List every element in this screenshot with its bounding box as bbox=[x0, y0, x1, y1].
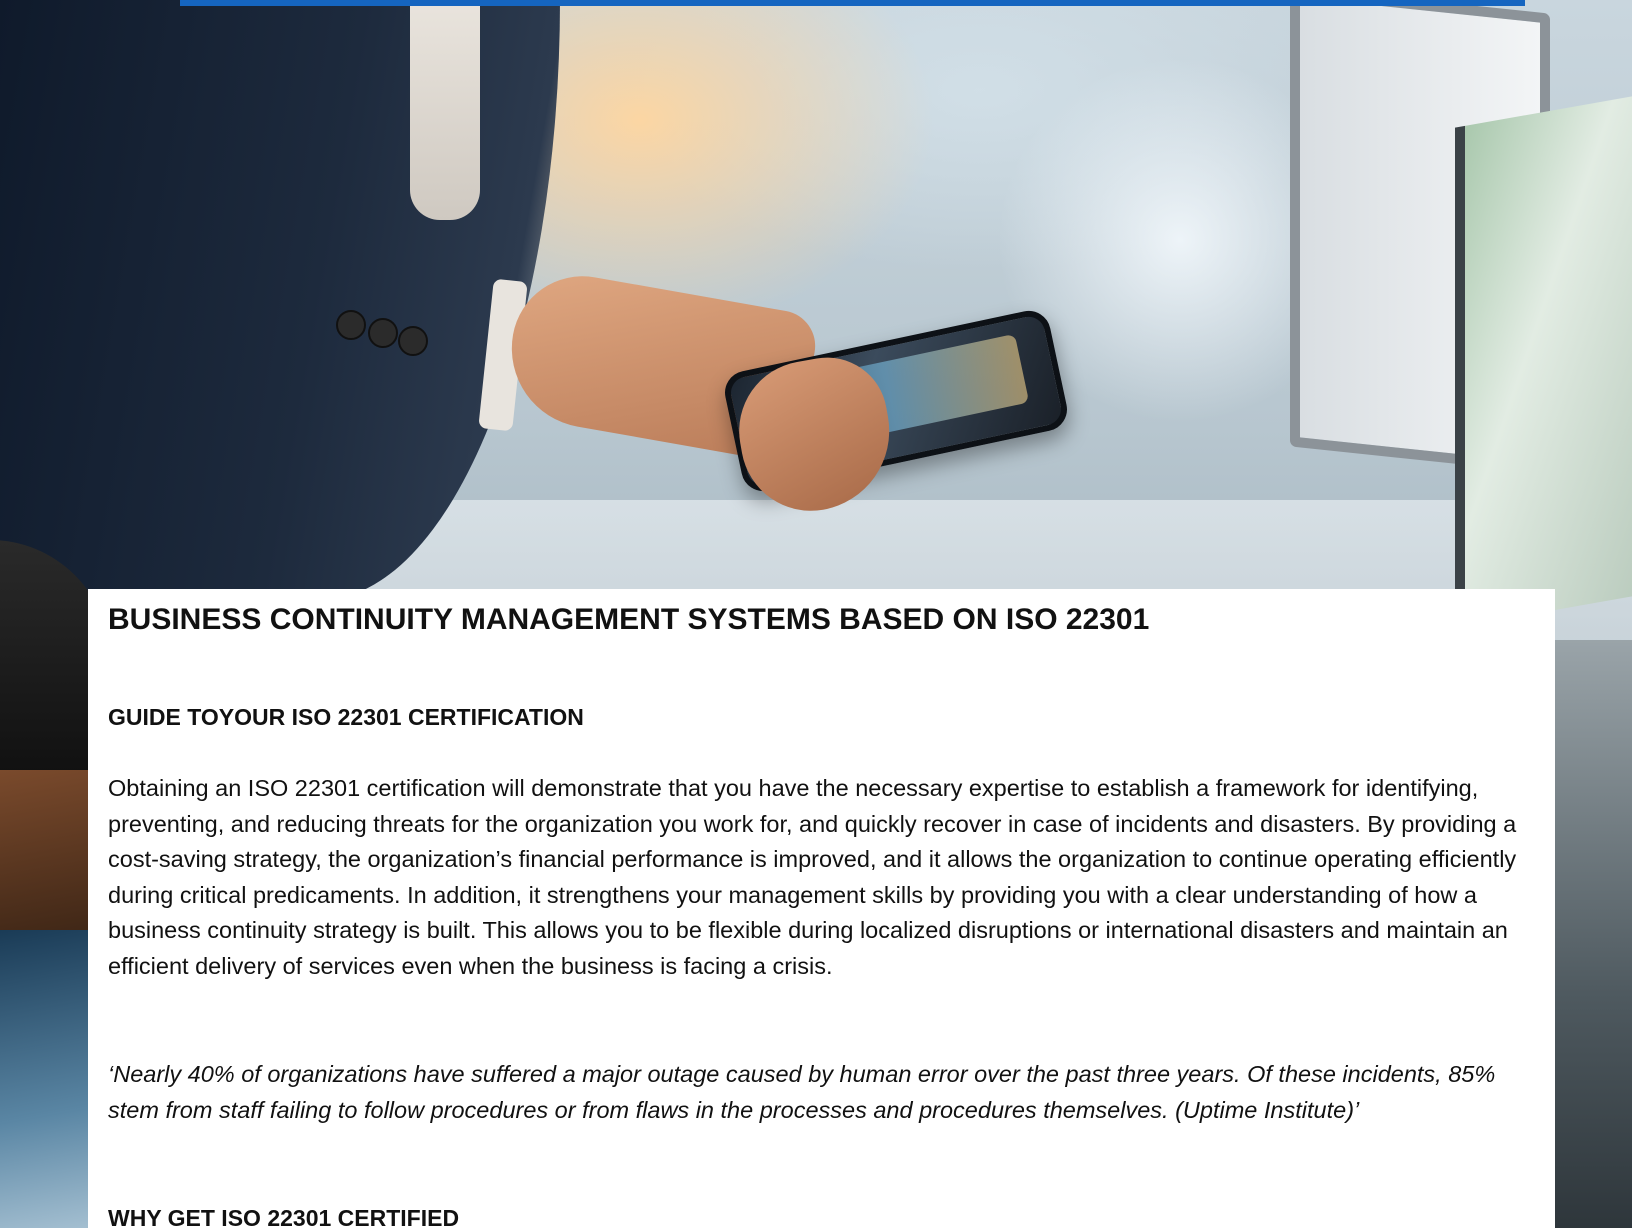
shirt bbox=[410, 0, 480, 220]
guide-paragraph: Obtaining an ISO 22301 certification wil… bbox=[108, 775, 1517, 979]
accent-bar bbox=[180, 0, 1525, 6]
suit-button bbox=[368, 318, 398, 348]
page-title: BUSINESS CONTINUITY MANAGEMENT SYSTEMS B… bbox=[108, 603, 1150, 636]
section-heading-guide: GUIDE TOYOUR ISO 22301 CERTIFICATION bbox=[108, 704, 584, 730]
suit-button bbox=[336, 310, 366, 340]
suit-button bbox=[398, 326, 428, 356]
laptop-screen bbox=[1455, 92, 1632, 628]
statistic-quote: ‘Nearly 40% of organizations have suffer… bbox=[108, 1061, 1496, 1123]
desk-items bbox=[1555, 640, 1632, 1228]
